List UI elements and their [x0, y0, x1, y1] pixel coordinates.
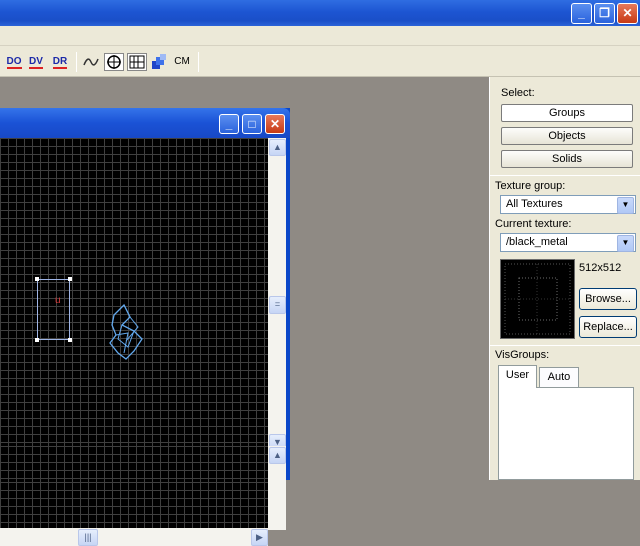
viewport-minimize-button[interactable]: _: [219, 114, 239, 134]
handle[interactable]: [35, 277, 39, 281]
horizontal-scrollbar[interactable]: ||| ▶: [0, 528, 268, 546]
texture-preview[interactable]: [500, 259, 575, 339]
layers-tool-icon[interactable]: [150, 53, 168, 71]
toolbar-separator-2: [198, 52, 199, 72]
menu-bar: [0, 26, 640, 46]
horizontal-scroll-thumb[interactable]: |||: [78, 529, 98, 546]
second-viewport-scrollbar[interactable]: ▲: [268, 446, 286, 480]
toolbar-btn-2[interactable]: DV: [26, 53, 46, 71]
scroll-up-button[interactable]: ▲: [269, 447, 286, 464]
second-viewport-grid[interactable]: [0, 446, 268, 480]
tab-auto[interactable]: Auto: [539, 367, 579, 387]
chevron-down-icon[interactable]: ▼: [617, 197, 634, 214]
visgroups-label: VisGroups:: [495, 349, 550, 361]
visgroups-list[interactable]: [498, 387, 634, 480]
current-texture-label: Current texture:: [495, 218, 572, 230]
chevron-down-icon[interactable]: ▼: [617, 235, 634, 252]
toolbar-separator: [76, 52, 77, 72]
scroll-right-button[interactable]: ▶: [251, 529, 268, 546]
entity-model-icon[interactable]: [104, 303, 150, 363]
handle[interactable]: [68, 338, 72, 342]
brush-center-marker: u: [55, 295, 61, 306]
divider: [490, 345, 640, 346]
curve-tool-icon[interactable]: [82, 53, 100, 71]
texture-group-select[interactable]: All Textures ▼: [500, 195, 636, 214]
select-label: Select:: [501, 87, 535, 99]
replace-button[interactable]: Replace...: [579, 316, 637, 338]
handle[interactable]: [68, 277, 72, 281]
select-objects-button[interactable]: Objects: [501, 127, 633, 145]
browse-button[interactable]: Browse...: [579, 288, 637, 310]
texture-group-label: Texture group:: [495, 180, 566, 192]
main-close-button[interactable]: ✕: [617, 3, 638, 24]
divider: [490, 175, 640, 176]
viewport-window[interactable]: _ □ ✕ u ▲ = ▼ ||| ▶ ▲: [0, 108, 290, 546]
select-solids-button[interactable]: Solids: [501, 150, 633, 168]
handle[interactable]: [35, 338, 39, 342]
viewport-maximize-button[interactable]: □: [242, 114, 262, 134]
main-title-bar[interactable]: _ ❐ ✕: [0, 0, 640, 26]
toolbar-btn-3[interactable]: DR: [50, 53, 70, 71]
texture-size: 512x512: [579, 262, 622, 274]
selected-brush[interactable]: u: [35, 277, 72, 342]
target-tool-icon[interactable]: [104, 53, 124, 71]
scroll-up-button[interactable]: ▲: [269, 139, 286, 156]
toolbar: DO DV DR CM: [0, 46, 640, 77]
current-texture-value: /black_metal: [506, 236, 568, 248]
toolbar-btn-1[interactable]: DO: [4, 53, 24, 71]
main-minimize-button[interactable]: _: [571, 3, 592, 24]
grid-tool-icon[interactable]: [127, 53, 147, 71]
current-texture-select[interactable]: /black_metal ▼: [500, 233, 636, 252]
select-groups-button[interactable]: Groups: [501, 104, 633, 122]
tab-user[interactable]: User: [498, 365, 537, 388]
viewport-close-button[interactable]: ✕: [265, 114, 285, 134]
main-restore-button[interactable]: ❐: [594, 3, 615, 24]
viewport-title-bar[interactable]: _ □ ✕: [0, 108, 290, 138]
tool-panel: Select: Groups Objects Solids Texture gr…: [489, 77, 640, 480]
vertical-scroll-thumb[interactable]: =: [269, 296, 286, 314]
texture-group-value: All Textures: [506, 198, 563, 210]
cordon-mode-button[interactable]: CM: [171, 53, 193, 71]
